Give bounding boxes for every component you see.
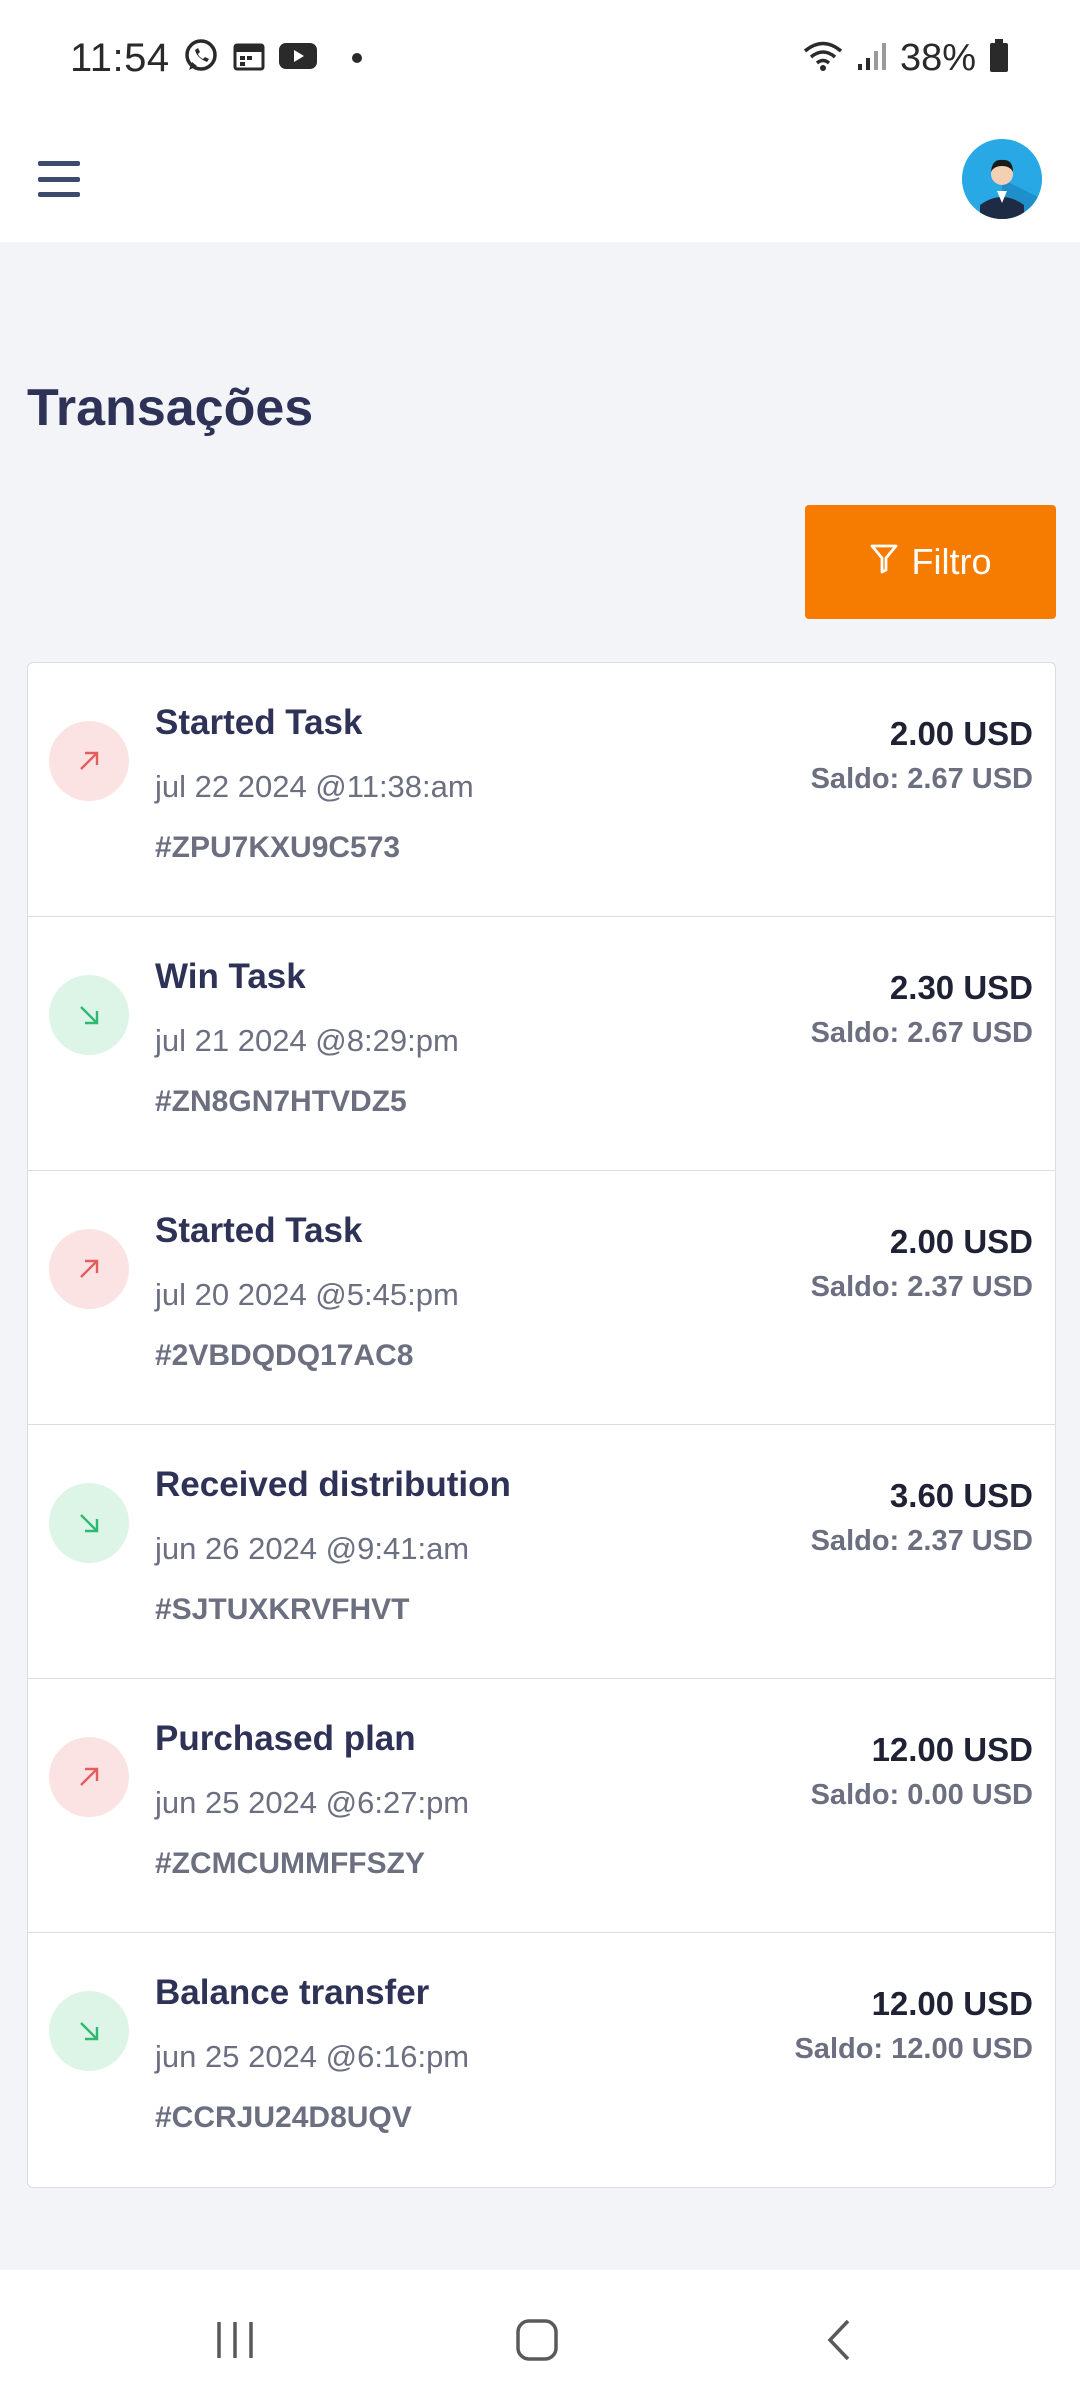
whatsapp-icon: [182, 37, 220, 80]
transaction-title: Started Task: [155, 703, 363, 742]
recent-apps-button[interactable]: [195, 2300, 275, 2380]
transaction-date: jul 22 2024 @11:38:am: [155, 769, 474, 804]
transaction-ref: #ZPU7KXU9C573: [155, 831, 401, 864]
transaction-title: Started Task: [155, 1211, 363, 1250]
transaction-row[interactable]: Win Task jul 21 2024 @8:29:pm #ZN8GN7HTV…: [28, 917, 1055, 1171]
recent-apps-icon: [217, 2322, 253, 2358]
transaction-amount: 12.00 USD: [871, 1731, 1033, 1768]
back-button[interactable]: [800, 2300, 880, 2380]
arrow-down-right-icon: [49, 1483, 129, 1563]
transaction-balance: Saldo: 12.00 USD: [794, 2033, 1033, 2065]
transaction-balance: Saldo: 2.67 USD: [810, 763, 1033, 795]
transaction-row[interactable]: Received distribution jun 26 2024 @9:41:…: [28, 1425, 1055, 1679]
transaction-title: Balance transfer: [155, 1973, 430, 2012]
notification-dot: [351, 53, 362, 63]
transaction-date: jun 25 2024 @6:27:pm: [155, 1785, 470, 1820]
battery-percent: 38%: [899, 36, 976, 79]
filter-button-label: Filtro: [911, 541, 992, 582]
transaction-balance: Saldo: 2.37 USD: [810, 1525, 1033, 1557]
home-icon: [516, 2319, 558, 2361]
transaction-title: Purchased plan: [155, 1719, 416, 1758]
wifi-icon: [802, 39, 844, 78]
transaction-title: Win Task: [155, 957, 306, 996]
transaction-row[interactable]: Started Task jul 20 2024 @5:45:pm #2VBDQ…: [28, 1171, 1055, 1425]
transaction-amount: 3.60 USD: [889, 1477, 1033, 1514]
arrow-down-right-icon: [49, 1991, 129, 2071]
arrow-up-right-icon: [49, 721, 129, 801]
transaction-amount: 12.00 USD: [871, 1985, 1033, 2022]
transactions-list: Started Task jul 22 2024 @11:38:am #ZPU7…: [27, 662, 1056, 2188]
transaction-row[interactable]: Balance transfer jun 25 2024 @6:16:pm #C…: [28, 1933, 1055, 2187]
filter-button[interactable]: Filtro: [805, 505, 1056, 619]
transaction-ref: #ZN8GN7HTVDZ5: [155, 1085, 407, 1118]
calendar-icon: [232, 39, 266, 78]
transaction-balance: Saldo: 2.37 USD: [810, 1271, 1033, 1303]
transaction-amount: 2.00 USD: [889, 1223, 1033, 1260]
back-icon: [827, 2319, 850, 2361]
transaction-ref: #ZCMCUMMFFSZY: [155, 1847, 425, 1880]
transaction-date: jul 21 2024 @8:29:pm: [155, 1023, 459, 1058]
status-right: 38%: [802, 37, 1010, 80]
transaction-title: Received distribution: [155, 1465, 511, 1504]
transaction-date: jul 20 2024 @5:45:pm: [155, 1277, 459, 1312]
arrow-up-right-icon: [49, 1229, 129, 1309]
transaction-balance: Saldo: 2.67 USD: [810, 1017, 1033, 1049]
transaction-ref: #SJTUXKRVFHVT: [155, 1593, 410, 1626]
filter-icon: [870, 541, 898, 583]
home-button[interactable]: [497, 2300, 577, 2380]
status-left: 11:54: [70, 36, 362, 81]
status-time: 11:54: [70, 35, 170, 80]
app-bar: [0, 116, 1080, 242]
transaction-date: jun 25 2024 @6:16:pm: [155, 2039, 470, 2074]
arrow-up-right-icon: [49, 1737, 129, 1817]
user-avatar[interactable]: [962, 139, 1042, 219]
transaction-balance: Saldo: 0.00 USD: [810, 1779, 1033, 1811]
transaction-row[interactable]: Purchased plan jun 25 2024 @6:27:pm #ZCM…: [28, 1679, 1055, 1933]
signal-icon: [856, 40, 888, 77]
battery-icon: [988, 38, 1010, 79]
transaction-amount: 2.30 USD: [889, 969, 1033, 1006]
youtube-icon: [278, 40, 318, 77]
transaction-amount: 2.00 USD: [889, 715, 1033, 752]
status-bar: 11:54 38%: [0, 0, 1080, 116]
transaction-date: jun 26 2024 @9:41:am: [155, 1531, 470, 1566]
arrow-down-right-icon: [49, 975, 129, 1055]
transaction-ref: #2VBDQDQ17AC8: [155, 1339, 414, 1372]
page-title: Transações: [27, 379, 314, 437]
transaction-row[interactable]: Started Task jul 22 2024 @11:38:am #ZPU7…: [28, 663, 1055, 917]
transaction-ref: #CCRJU24D8UQV: [155, 2101, 412, 2134]
system-navigation-bar: [0, 2270, 1080, 2400]
hamburger-menu-icon[interactable]: [38, 161, 80, 197]
